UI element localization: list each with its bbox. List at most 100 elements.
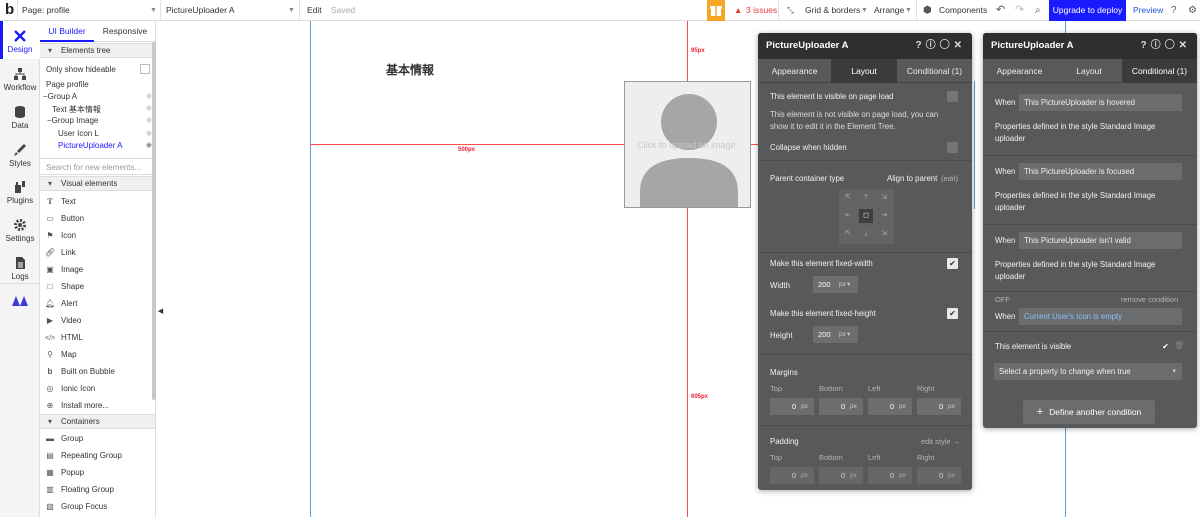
height-input[interactable]: 200 px ▾ — [813, 326, 858, 343]
info-icon[interactable]: ⓘ — [1151, 40, 1165, 51]
margin-right-input[interactable]: 0 px — [917, 398, 961, 415]
settings-gear-icon[interactable]: ⚙ — [1188, 0, 1197, 21]
tab-layout[interactable]: Layout — [831, 59, 897, 83]
tab-appearance[interactable]: Appearance — [758, 59, 831, 83]
define-condition-button[interactable]: + Define another condition — [1023, 400, 1155, 424]
condition-invalid[interactable]: This PictureUploader isn't valid — [1019, 232, 1182, 249]
padding-bottom-input[interactable]: 0 px — [819, 467, 863, 484]
element-text[interactable]: T Text — [40, 194, 155, 210]
rail-plugins[interactable]: Plugins — [0, 180, 40, 205]
tab-conditional[interactable]: Conditional (1) — [897, 59, 972, 83]
rail-logs[interactable]: Logs — [0, 256, 40, 281]
only-hideable-checkbox[interactable] — [140, 64, 150, 74]
page-selector[interactable]: Page: profile — [22, 0, 70, 21]
align-bottom-right-icon[interactable]: ⇲ — [877, 227, 891, 241]
tree-item-text[interactable]: Text 基本情報 ◉ — [40, 104, 155, 116]
components-button[interactable]: Components — [939, 0, 987, 21]
container-popup[interactable]: ▦ Popup — [40, 465, 155, 481]
element-video[interactable]: ▶ Video — [40, 313, 155, 329]
section-elements-tree[interactable]: ▾ Elements tree — [40, 43, 155, 58]
padding-top-input[interactable]: 0 px — [770, 467, 814, 484]
container-group[interactable]: ▬ Group — [40, 431, 155, 447]
section-visual-elements[interactable]: ▾ Visual elements — [40, 176, 155, 191]
element-link[interactable]: 🔗︎ Link — [40, 245, 155, 261]
align-edit-link[interactable]: (edit) — [941, 174, 958, 183]
rail-extra[interactable] — [0, 295, 40, 309]
element-alert[interactable]: 🔔︎ Alert — [40, 296, 155, 312]
fixed-width-checkbox[interactable]: ✔ — [947, 258, 958, 269]
element-built-on-bubble[interactable]: b Built on Bubble — [40, 364, 155, 380]
fixed-height-checkbox[interactable]: ✔ — [947, 308, 958, 319]
tree-item-pictureuploader[interactable]: PictureUploader A ◉ — [40, 141, 155, 153]
element-install-more[interactable]: ⊕ Install more... — [40, 398, 155, 414]
panel-scrollbar[interactable] — [152, 42, 156, 400]
chevron-down-icon[interactable]: ▾ — [1172, 363, 1176, 380]
help-icon[interactable]: ? — [1171, 0, 1177, 21]
only-hideable-row[interactable]: Only show hideable — [40, 63, 155, 77]
gift-button[interactable] — [707, 0, 725, 21]
element-html[interactable]: </> HTML — [40, 330, 155, 346]
select-property-dropdown[interactable]: Select a property to change when true ▾ — [994, 363, 1182, 380]
remove-condition-link[interactable]: remove condition — [1121, 295, 1178, 304]
rail-workflow[interactable]: Workflow — [0, 67, 40, 92]
tree-item-user-icon[interactable]: User Icon L ◉ — [40, 129, 155, 141]
close-icon[interactable]: ✕ — [954, 40, 966, 51]
upgrade-deploy-button[interactable]: Upgrade to deploy — [1049, 0, 1126, 21]
padding-right-input[interactable]: 0 px — [917, 467, 961, 484]
padding-left-input[interactable]: 0 px — [868, 467, 912, 484]
condition-focused[interactable]: This PictureUploader is focused — [1019, 163, 1182, 180]
help-icon[interactable]: ? — [916, 40, 926, 51]
condition-user-icon-empty[interactable]: Current User's Icon is empty — [1019, 308, 1182, 325]
comment-icon[interactable]: ◯ — [1165, 40, 1179, 51]
chevron-down-icon[interactable]: ▾ — [847, 276, 850, 293]
search-elements-input[interactable]: Search for new elements... — [40, 158, 155, 175]
chevron-down-icon[interactable]: ▼ — [150, 0, 157, 21]
chevron-down-icon[interactable]: ▼ — [861, 0, 868, 21]
element-shape[interactable]: □ Shape — [40, 279, 155, 295]
align-bottom-left-icon[interactable]: ⇱ — [841, 227, 855, 241]
align-top-icon[interactable]: ⤒ — [859, 191, 873, 205]
issues-count[interactable]: 3 issues — [746, 0, 777, 21]
rail-settings[interactable]: Settings — [0, 218, 40, 243]
container-repeating-group[interactable]: ▤ Repeating Group — [40, 448, 155, 464]
align-top-left-icon[interactable]: ⇱ — [841, 191, 855, 205]
rail-data[interactable]: Data — [0, 105, 40, 130]
visible-property-checkbox[interactable]: ✔ — [1160, 341, 1171, 352]
tree-item-group-image[interactable]: −Group Image ◉ — [40, 116, 155, 128]
preview-button[interactable]: Preview — [1133, 0, 1163, 21]
align-right-icon[interactable]: ⇥ — [877, 209, 891, 223]
section-containers[interactable]: ▾ Containers — [40, 414, 155, 429]
search-icon[interactable]: ⌕ — [1035, 0, 1041, 21]
element-icon[interactable]: ⚑ Icon — [40, 228, 155, 244]
margin-left-input[interactable]: 0 px — [868, 398, 912, 415]
comment-icon[interactable]: ◯ — [940, 40, 954, 51]
align-top-right-icon[interactable]: ⇲ — [877, 191, 891, 205]
chevron-down-icon[interactable]: ▼ — [288, 0, 295, 21]
element-selector[interactable]: PictureUploader A — [166, 0, 235, 21]
tab-conditional[interactable]: Conditional (1) — [1122, 59, 1197, 83]
align-center-icon[interactable]: ◻ — [859, 209, 873, 223]
tab-responsive[interactable]: Responsive — [94, 21, 155, 42]
element-image[interactable]: ▣ Image — [40, 262, 155, 278]
undo-icon[interactable]: ↶ — [996, 0, 1005, 21]
tab-appearance[interactable]: Appearance — [983, 59, 1056, 83]
align-bottom-icon[interactable]: ⤓ — [859, 227, 873, 241]
off-toggle[interactable]: OFF — [995, 295, 1010, 304]
arrange-menu[interactable]: Arrange — [874, 0, 904, 21]
picture-uploader[interactable]: Click to upload an image — [624, 81, 751, 208]
align-to-parent-value[interactable]: Align to parent — [887, 174, 937, 183]
align-left-icon[interactable]: ⇤ — [841, 209, 855, 223]
trash-icon[interactable]: 🗑︎ — [1174, 341, 1184, 350]
collapse-panel-icon[interactable]: ◀ — [156, 305, 165, 319]
edit-menu[interactable]: Edit — [307, 0, 322, 21]
chevron-down-icon[interactable]: ▾ — [847, 326, 850, 343]
rail-design[interactable]: Design — [0, 29, 40, 54]
margin-bottom-input[interactable]: 0 px — [819, 398, 863, 415]
element-ionic-icon[interactable]: ◎ Ionic Icon — [40, 381, 155, 397]
rail-styles[interactable]: Styles — [0, 143, 40, 168]
edit-style-link[interactable]: edit style → — [921, 437, 960, 446]
tab-ui-builder[interactable]: UI Builder — [40, 21, 94, 42]
element-map[interactable]: ⚲ Map — [40, 347, 155, 363]
info-icon[interactable]: ⓘ — [926, 40, 940, 51]
container-group-focus[interactable]: ▧ Group Focus — [40, 499, 155, 515]
